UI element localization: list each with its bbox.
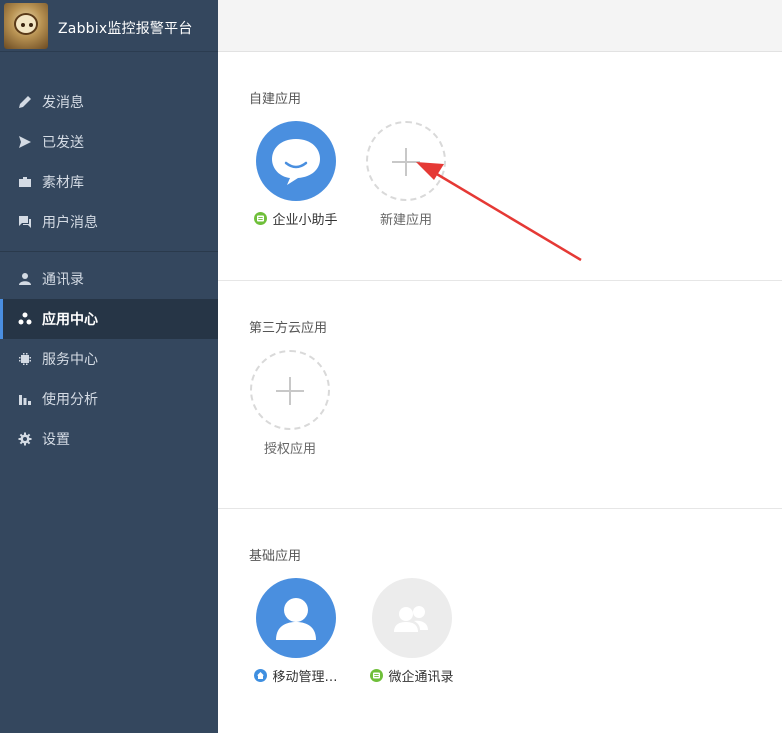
- app-label: 移动管理…: [272, 670, 338, 685]
- app-wechat-contacts[interactable]: 微企通讯录: [362, 578, 462, 685]
- sidebar-item-sent[interactable]: 已发送: [0, 122, 218, 162]
- app-label: 授权应用: [263, 442, 316, 457]
- sidebar-item-app-center[interactable]: 应用中心: [0, 299, 218, 339]
- avatar-logo-icon[interactable]: [4, 3, 48, 49]
- send-icon: [17, 134, 33, 150]
- section-title-custom-apps: 自建应用: [249, 92, 302, 107]
- sidebar-item-usage-analysis[interactable]: 使用分析: [0, 379, 218, 419]
- app-type-badge-icon: [370, 669, 384, 682]
- app-label: 微企通讯录: [388, 670, 454, 685]
- sidebar-item-materials[interactable]: 素材库: [0, 162, 218, 202]
- sidebar-item-label: 发消息: [42, 95, 84, 111]
- sidebar-item-service-center[interactable]: 服务中心: [0, 339, 218, 379]
- group-icon: [372, 578, 452, 658]
- sidebar-item-contacts[interactable]: 通讯录: [0, 259, 218, 299]
- app-authorize[interactable]: 授权应用: [240, 350, 340, 457]
- app-mobile-management[interactable]: 移动管理…: [246, 578, 346, 685]
- sidebar-item-label: 通讯录: [42, 272, 84, 288]
- sidebar-item-label: 已发送: [42, 135, 84, 151]
- gear-icon: [17, 431, 33, 447]
- chat-bubble-icon: [256, 121, 336, 201]
- brand-header: Zabbix监控报警平台: [0, 0, 218, 52]
- plus-icon: [250, 350, 330, 430]
- person-icon: [256, 578, 336, 658]
- sidebar-item-label: 素材库: [42, 175, 84, 191]
- briefcase-icon: [17, 174, 33, 190]
- brand-title: Zabbix监控报警平台: [58, 21, 193, 37]
- sidebar-item-send-message[interactable]: 发消息: [0, 82, 218, 122]
- nav-group-main: 通讯录 应用中心 服务中心 使用分析 设置: [0, 259, 218, 459]
- nav-divider-wrap: [0, 251, 218, 252]
- chip-icon: [17, 351, 33, 367]
- sidebar-item-label: 用户消息: [42, 215, 98, 231]
- bar-chart-icon: [17, 391, 33, 407]
- annotation-arrow-icon: [416, 162, 582, 262]
- home-badge-icon: [254, 669, 268, 682]
- person-icon: [17, 271, 33, 287]
- app-type-badge-icon: [254, 212, 268, 225]
- section-divider: [218, 280, 782, 281]
- chat-icon: [17, 214, 33, 230]
- sidebar-item-label: 设置: [42, 432, 70, 448]
- pencil-icon: [17, 94, 33, 110]
- section-divider: [218, 508, 782, 509]
- sidebar-item-label: 使用分析: [42, 392, 98, 408]
- top-bar: [218, 0, 782, 52]
- app-label: 企业小助手: [272, 213, 338, 228]
- sidebar: Zabbix监控报警平台 发消息 已发送 素材库 用户消息 通讯录 应用中心 服…: [0, 0, 218, 733]
- sidebar-item-label: 应用中心: [42, 312, 98, 328]
- sidebar-item-settings[interactable]: 设置: [0, 419, 218, 459]
- sidebar-item-label: 服务中心: [42, 352, 98, 368]
- sidebar-item-user-messages[interactable]: 用户消息: [0, 202, 218, 242]
- apps-icon: [17, 311, 33, 327]
- section-title-third-party-apps: 第三方云应用: [249, 321, 328, 336]
- nav-group-messages: 发消息 已发送 素材库 用户消息: [0, 82, 218, 242]
- section-title-basic-apps: 基础应用: [249, 549, 302, 564]
- nav-divider: [0, 251, 218, 252]
- app-enterprise-assistant[interactable]: 企业小助手: [246, 121, 346, 228]
